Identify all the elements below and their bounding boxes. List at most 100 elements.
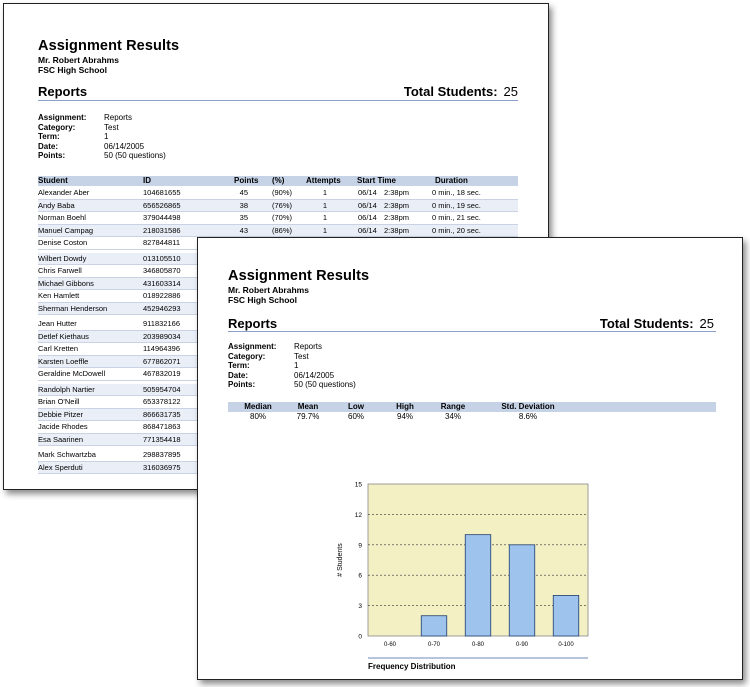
cell-id: 827844811 (143, 238, 180, 247)
frequency-distribution-chart: 0 3 6 9 12 15 0-60 0-70 0-80 0-90 0-100 # Student… (337, 482, 589, 671)
y-tick-label: 15 (355, 482, 363, 489)
stat-value: 8.6% (518, 412, 538, 421)
cell-id: 018922886 (143, 291, 181, 300)
cell-pct: (86%) (272, 225, 293, 235)
report-title: Assignment Results (38, 38, 180, 54)
cell-duration: 0 min., 19 sec. (432, 200, 481, 210)
col-points: Points (234, 176, 259, 185)
col-start-time: Start Time (357, 176, 396, 185)
cell-student: Alex Sperduti (38, 462, 83, 472)
section-divider (228, 331, 716, 332)
x-tick-label: 0-70 (428, 642, 441, 648)
table-row: Norman Boehl 379044498 35 (70%) 1 06/14 2:38pm… (38, 212, 518, 225)
cell-student: Alexander Aber (38, 188, 90, 197)
cell-pct: (76%) (272, 200, 293, 210)
x-tick-label: 0-100 (558, 642, 574, 648)
cell-attempts: 1 (322, 188, 328, 197)
cell-student: Brian O'Neill (38, 397, 80, 406)
info-label: Term: (38, 132, 60, 142)
table-row: Manuel Campag 218031586 43 (86%) 1 06/14 2:38p… (38, 224, 518, 237)
cell-date: 06/14 (358, 188, 377, 197)
stat-value: 80% (249, 412, 267, 421)
cell-student: Jean Hutter (38, 319, 77, 328)
cell-student: Randolph Nartier (38, 384, 95, 394)
cell-id: 868471863 (143, 422, 181, 431)
info-value: 1 (104, 132, 109, 142)
cell-id: 104681655 (143, 188, 181, 197)
cell-student: Manuel Campag (38, 225, 94, 235)
cell-attempts: 1 (322, 200, 328, 210)
info-row: Assignment: Reports (38, 113, 166, 123)
statistics-table: Median Mean Low High Range Std. Deviation 80%… (228, 402, 716, 422)
y-tick-label: 12 (355, 512, 363, 519)
stat-header: Median (244, 402, 272, 411)
cell-points: 35 (239, 213, 248, 222)
y-tick-label: 6 (358, 573, 362, 580)
info-row: Assignment: Reports (228, 342, 356, 352)
cell-time: 2:38pm (384, 225, 410, 235)
info-label: Points: (228, 380, 256, 390)
cell-id: 911832166 (143, 319, 180, 328)
info-value: 50 (50 questions) (104, 151, 166, 161)
report-title: Assignment Results (228, 268, 370, 284)
info-row: Points: 50 (50 questions) (228, 380, 356, 390)
info-row: Term: 1 (228, 361, 356, 371)
section-heading: Reports (228, 316, 278, 331)
cell-attempts: 1 (322, 213, 328, 222)
cell-id: 653378122 (143, 397, 181, 406)
cell-pct: (90%) (272, 188, 293, 197)
cell-points: 45 (239, 188, 248, 197)
total-students-value: 25 (503, 84, 518, 99)
info-row: Term: 1 (38, 132, 166, 142)
col-student: Student (38, 176, 68, 185)
col-id: ID (143, 176, 151, 185)
total-students-value: 25 (699, 316, 714, 331)
info-value: Test (294, 351, 309, 361)
cell-student: Ken Hamlett (38, 291, 80, 300)
cell-duration: 0 min., 20 sec. (432, 225, 481, 235)
info-value: 06/14/2005 (294, 370, 335, 380)
stat-value: 94% (396, 412, 414, 421)
info-value: 1 (294, 361, 299, 371)
cell-student: Debbie Pitzer (38, 409, 84, 419)
cell-student: Denise Coston (38, 238, 88, 247)
y-tick-label: 9 (358, 542, 362, 549)
section-divider (38, 100, 518, 101)
info-row: Category: Test (228, 352, 356, 362)
cell-id: 467832019 (143, 369, 181, 378)
x-tick-label: 0-60 (384, 642, 397, 648)
cell-student: Mark Schwartzba (38, 450, 96, 459)
info-label: Date: (228, 370, 249, 380)
col-attempts: Attempts (306, 176, 341, 185)
cell-time: 2:38pm (384, 213, 410, 222)
cell-date: 06/14 (358, 200, 377, 210)
cell-student: Karsten Loeffle (38, 356, 89, 366)
cell-student: Geraldine McDowell (38, 369, 106, 378)
total-students-label: Total Students: (403, 84, 498, 99)
stat-value: 34% (444, 412, 462, 421)
cell-id: 505954704 (143, 384, 181, 394)
x-axis-ticks: 0-60 0-70 0-80 0-90 0-100 (384, 642, 574, 648)
cell-student: Carl Kretten (38, 344, 79, 353)
section-heading: Reports (38, 84, 88, 99)
cell-duration: 0 min., 21 sec. (432, 213, 481, 222)
statistics-header-row: Median Mean Low High Range Std. Deviation (228, 402, 716, 412)
col-pct: (%) (272, 176, 285, 185)
bar (508, 544, 536, 637)
info-row: Date: 06/14/2005 (38, 142, 166, 152)
cell-student: Andy Baba (38, 200, 75, 210)
info-label: Assignment: (228, 342, 277, 351)
assignment-info: Assignment: Reports Category: Test Term: 1 Dat… (38, 113, 166, 161)
stat-header: Mean (297, 402, 319, 411)
info-row: Date: 06/14/2005 (228, 371, 356, 381)
cell-id: 114964396 (143, 344, 180, 353)
cell-id: 346805870 (143, 266, 181, 275)
info-row: Points: 50 (50 questions) (38, 151, 166, 161)
cell-id: 298837895 (143, 450, 181, 459)
y-axis-label: # Students (337, 543, 344, 577)
table-row: Alexander Aber 104681655 45 (90%) 1 06/14 2:38… (38, 187, 518, 200)
cell-date: 06/14 (358, 225, 377, 235)
cell-id: 013105510 (143, 253, 181, 263)
cell-student: Wilbert Dowdy (38, 253, 87, 263)
teacher-name: Mr. Robert Abrahms (228, 285, 309, 295)
